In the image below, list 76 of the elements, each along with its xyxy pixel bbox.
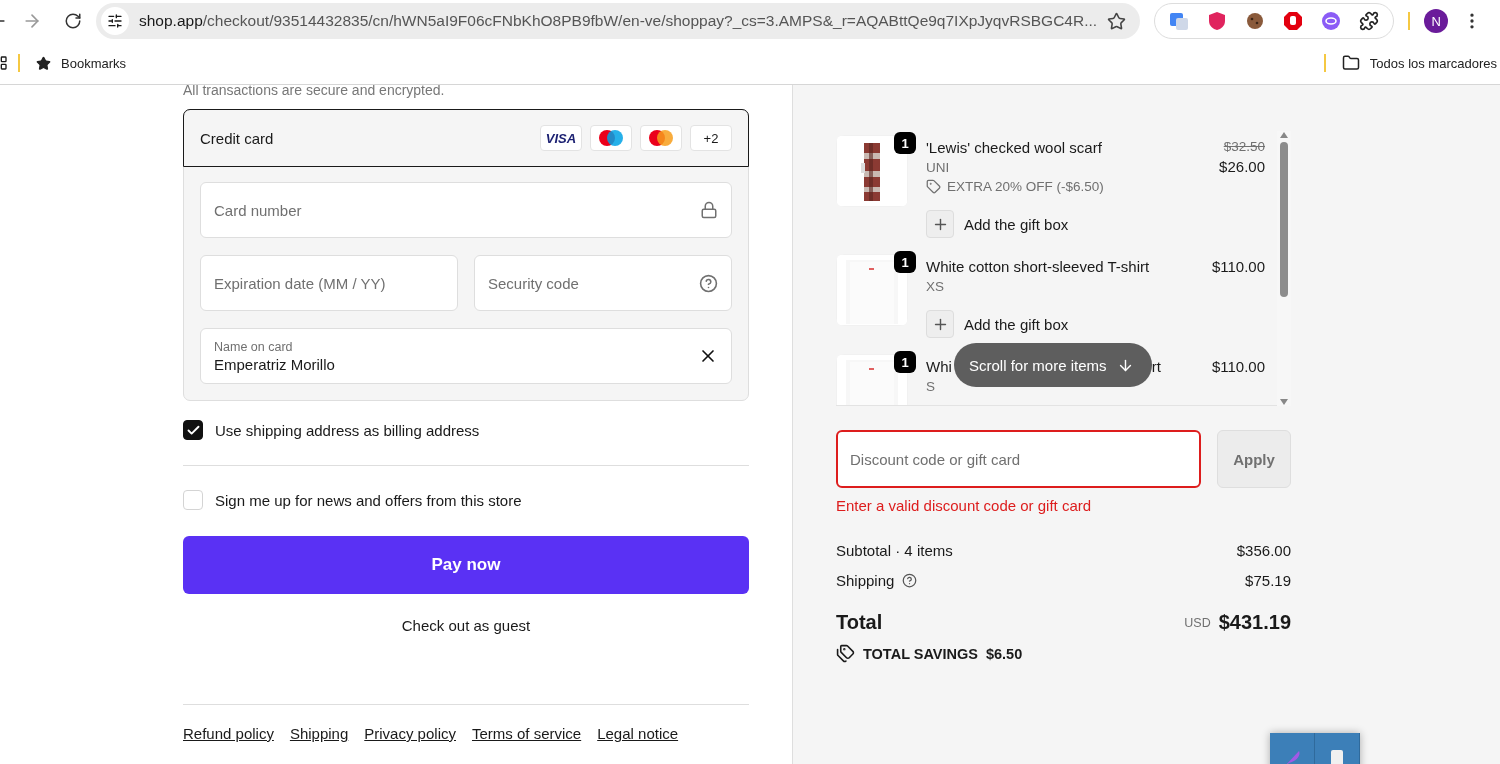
policy-link[interactable]: Refund policy xyxy=(183,725,274,742)
cookie-icon[interactable] xyxy=(1245,11,1266,31)
item-price: $110.00 xyxy=(1211,258,1265,275)
visa-logo: VISA xyxy=(540,125,582,151)
add-gift-button[interactable] xyxy=(926,210,954,238)
quantity-badge: 1 xyxy=(894,351,916,373)
item-price: $26.00 xyxy=(1219,158,1265,175)
policy-link[interactable]: Privacy policy xyxy=(364,725,456,742)
folder-icon xyxy=(1341,54,1360,72)
savings-value: $6.50 xyxy=(985,645,1023,662)
tag-icon xyxy=(926,179,941,194)
quantity-badge: 1 xyxy=(894,132,916,154)
tags-icon xyxy=(836,644,855,663)
item-name: Whi xyxy=(926,358,952,375)
savings-label: TOTAL SAVINGS xyxy=(863,645,978,662)
add-gift-button[interactable] xyxy=(926,310,954,338)
apply-button[interactable]: Apply xyxy=(1217,430,1291,488)
gift-box-label: Add the gift box xyxy=(964,315,1069,333)
payment-method-header[interactable]: Credit card VISA +2 xyxy=(183,109,749,167)
item-variant: XS xyxy=(926,279,945,294)
bookmarks-item[interactable]: Bookmarks xyxy=(36,55,127,71)
discount-field[interactable]: Discount code or gift card xyxy=(836,430,1201,488)
help-icon[interactable] xyxy=(699,273,718,293)
subtotal-value: $356.00 xyxy=(1236,542,1291,559)
policy-link[interactable]: Shipping xyxy=(289,725,349,742)
item-name: 'Lewis' checked wool scarf xyxy=(926,139,1102,156)
item-variant: UNI xyxy=(926,160,951,175)
pay-now-button[interactable]: Pay now xyxy=(183,536,749,594)
card-input-field[interactable]: Security code xyxy=(474,255,732,311)
link-icon[interactable] xyxy=(1321,11,1342,31)
reload-icon[interactable] xyxy=(64,12,82,30)
profile-avatar[interactable]: N xyxy=(1424,9,1449,33)
star-icon xyxy=(36,55,51,71)
discount-tag: EXTRA 20% OFF (-$6.50) xyxy=(926,179,1202,194)
more-brands-badge: +2 xyxy=(690,125,732,151)
total-label: Total xyxy=(836,611,883,634)
error-message: Enter a valid discount code or gift card xyxy=(836,497,1093,514)
item-name: White cotton short-sleeved T-shirt xyxy=(926,258,1150,275)
currency-label: USD xyxy=(1184,615,1211,630)
checkbox-label: Use shipping address as billing address xyxy=(215,421,480,439)
extensions-icon[interactable] xyxy=(1359,11,1380,31)
lock-icon xyxy=(700,201,718,219)
bookmark-star-icon[interactable] xyxy=(1107,11,1127,31)
checkbox-label: Sign me up for news and offers from this store xyxy=(215,491,522,509)
translate-icon[interactable] xyxy=(1169,11,1190,31)
scroll-up-icon[interactable] xyxy=(1279,131,1289,139)
name-on-card-field[interactable]: Name on card Emperatriz Morillo xyxy=(200,328,732,384)
all-bookmarks-item[interactable]: Todos los marcadores xyxy=(1341,54,1497,72)
scroll-down-icon[interactable] xyxy=(1279,398,1289,406)
scroll-hint-button[interactable]: Scroll for more items xyxy=(954,343,1152,387)
policy-link[interactable]: Legal notice xyxy=(597,725,679,742)
help-icon[interactable] xyxy=(902,573,918,588)
item-name: rt xyxy=(1151,358,1161,375)
pad-icon[interactable] xyxy=(1330,747,1344,764)
address-bar[interactable]: shop.app/checkout/93514432835/cn/hWN5aI9F06cFNbKhO8PB9fbW/en-ve/shoppay?_cs=3.AMPS&_r=AQABttQe9q7IXpJyqvRSBGC4R... xyxy=(96,3,1141,39)
shield-icon[interactable] xyxy=(1207,11,1228,31)
mastercard-logo xyxy=(640,125,682,151)
item-variant: S xyxy=(926,379,936,394)
secure-note: All transactions are secure and encrypted. xyxy=(183,85,446,100)
shipping-value: $75.19 xyxy=(1245,572,1291,589)
stop-hand-icon[interactable] xyxy=(1283,11,1304,31)
policy-link[interactable]: Terms of service xyxy=(472,725,582,742)
guest-checkout-link[interactable]: Check out as guest xyxy=(401,617,531,634)
quantity-badge: 1 xyxy=(894,251,916,273)
floating-widget[interactable] xyxy=(1270,733,1360,764)
site-settings-icon[interactable] xyxy=(101,7,129,35)
original-price: $32.50 xyxy=(1223,139,1265,154)
checkbox[interactable] xyxy=(183,420,203,440)
card-input-field[interactable]: Expiration date (MM / YY) xyxy=(200,255,458,311)
shipping-label: Shipping xyxy=(836,572,895,589)
gift-box-label: Add the gift box xyxy=(964,215,1069,233)
item-price: $110.00 xyxy=(1211,358,1265,375)
card-input-field[interactable]: Card number xyxy=(200,182,732,238)
total-value: $431.19 xyxy=(1218,611,1291,634)
maestro-logo xyxy=(590,125,632,151)
subtotal-label: Subtotal · 4 items xyxy=(836,542,953,559)
